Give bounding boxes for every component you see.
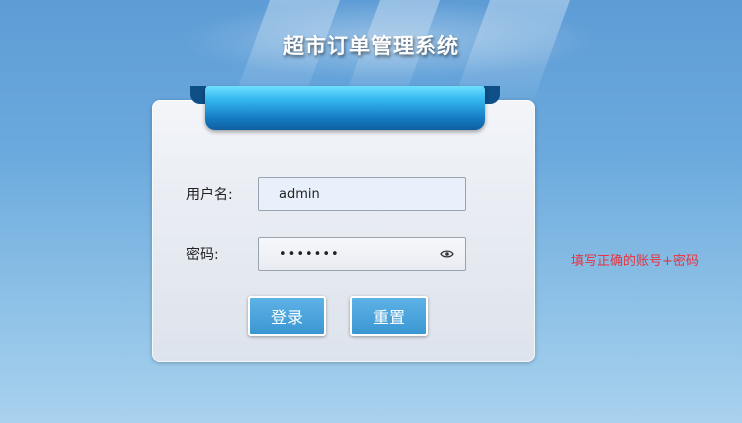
reset-button[interactable]: 重置 xyxy=(350,296,428,336)
username-value: admin xyxy=(279,186,320,202)
panel-ribbon xyxy=(205,86,485,130)
username-label: 用户名: xyxy=(186,187,233,203)
password-input[interactable]: ••••••• xyxy=(258,237,466,271)
password-label: 密码: xyxy=(186,247,219,263)
app-title: 超市订单管理系统 xyxy=(283,34,459,58)
username-row: 用户名: admin xyxy=(186,177,466,211)
hint-annotation: 填写正确的账号+密码 xyxy=(571,254,699,269)
eye-icon[interactable] xyxy=(439,246,455,262)
username-input[interactable]: admin xyxy=(258,177,466,211)
login-button[interactable]: 登录 xyxy=(248,296,326,336)
password-row: 密码: ••••••• xyxy=(186,237,466,271)
password-masked-value: ••••••• xyxy=(279,246,340,262)
ribbon-fold-left xyxy=(190,86,206,104)
login-panel xyxy=(152,100,535,362)
